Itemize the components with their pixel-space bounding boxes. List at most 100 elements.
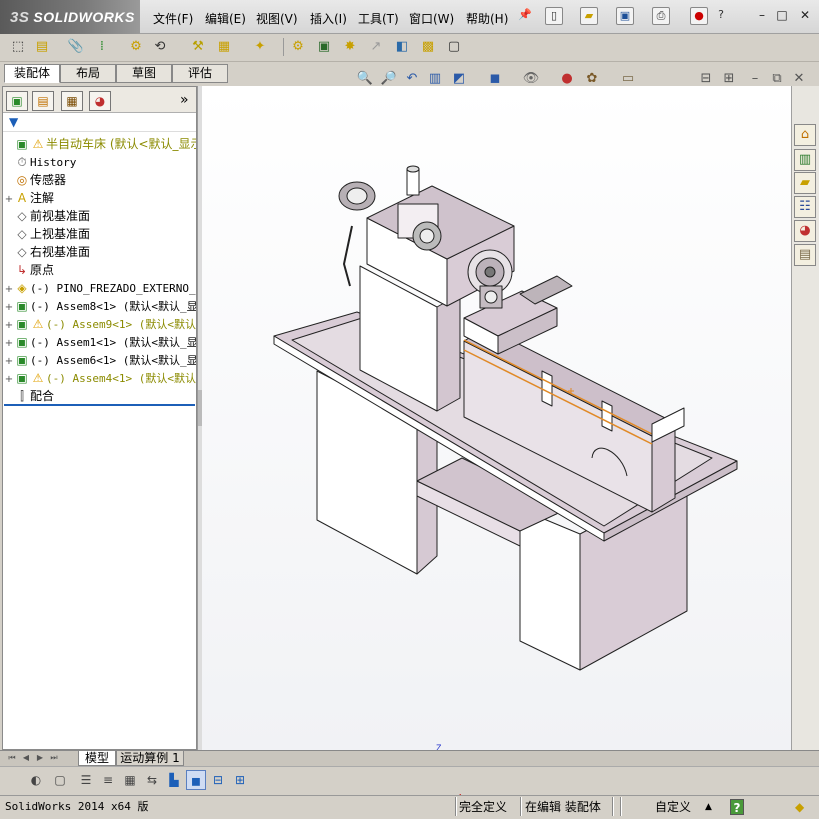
show-hidden-icon[interactable]: ⚒ — [188, 37, 208, 57]
next-tab-icon[interactable]: ▶ — [34, 752, 46, 764]
status-help-icon[interactable]: ? — [730, 799, 744, 815]
tab-layout[interactable]: 布局 — [60, 64, 116, 83]
edit-component-icon[interactable]: ⬚ — [8, 37, 28, 57]
instant3d-icon[interactable]: ▢ — [444, 37, 464, 57]
tree-expand-icon[interactable]: + — [4, 335, 14, 351]
lathe-model[interactable] — [202, 86, 791, 750]
tree-expand-icon[interactable]: + — [4, 371, 14, 387]
tree-item[interactable]: ↳ 原点 — [4, 261, 196, 279]
menu-tools[interactable]: 工具(T) — [358, 10, 399, 27]
insert-component-icon[interactable]: ▤ — [32, 37, 52, 57]
tree-item[interactable]: +▣ ⚠(-) Assem4<1> (默认<默认_显示状态-1>) — [4, 369, 196, 387]
tab-motion-study[interactable]: 运动算例 1 — [116, 750, 184, 766]
plane-icon: ◇ — [17, 227, 27, 241]
two-view-vertical-icon[interactable]: ⊞ — [230, 770, 250, 790]
print-icon[interactable]: ⎙ — [652, 7, 670, 25]
configuration-manager-icon[interactable]: ▦ — [61, 91, 83, 111]
exploded-view-icon[interactable]: ✸ — [340, 37, 360, 57]
new-motion-study-icon[interactable]: ⚙ — [288, 37, 308, 57]
tree-item[interactable]: +▣(-) Assem6<1> (默认<默认_显示状态-1>) — [4, 351, 196, 369]
minimize-button[interactable]: – — [754, 8, 770, 23]
open-icon[interactable]: ▰ — [580, 7, 598, 25]
hidden-lines-icon[interactable]: ▢ — [50, 770, 70, 790]
interference-detection-icon[interactable]: ◧ — [392, 37, 412, 57]
tree-item[interactable]: ⫿ 配合 — [4, 387, 196, 405]
single-view-icon[interactable]: ◼ — [186, 770, 206, 790]
tree-item[interactable]: + ◈ (-) PINO_FREZADO_EXTERNO_2 — [4, 279, 196, 297]
explode-line-sketch-icon[interactable]: ↗ — [366, 37, 386, 57]
menu-file[interactable]: 文件(F) — [153, 10, 193, 27]
view-palette-icon[interactable]: ☷ — [794, 196, 816, 218]
origin-icon: ↳ — [16, 263, 28, 277]
new-document-icon[interactable]: ▯ — [545, 7, 563, 25]
pin-icon[interactable]: 📌 — [516, 7, 534, 25]
solidworks-resources-icon[interactable]: ⌂ — [794, 124, 816, 146]
tab-evaluate[interactable]: 评估 — [172, 64, 228, 83]
feature-manager-icon[interactable]: ▣ — [6, 91, 28, 111]
rollback-bar[interactable] — [4, 404, 195, 406]
custom-properties-icon[interactable]: ▤ — [794, 244, 816, 266]
tree-item[interactable]: +▣(-) Assem8<1> (默认<默认_显示状态-1>) — [4, 297, 196, 315]
clearance-verification-icon[interactable]: ▩ — [418, 37, 438, 57]
split-icon[interactable]: ⇆ — [142, 770, 162, 790]
tree-expand-icon[interactable]: + — [4, 281, 14, 297]
last-tab-icon[interactable]: ⏭ — [48, 752, 60, 764]
tree-expand-icon[interactable]: + — [4, 317, 14, 333]
bill-of-materials-icon[interactable]: ▣ — [314, 37, 334, 57]
tree-item[interactable]: +▣ ⚠(-) Assem9<1> (默认<默认_显示状态-1>) — [4, 315, 196, 333]
assembly-features-icon[interactable]: ▦ — [214, 37, 234, 57]
chart-view-icon[interactable]: ▙ — [164, 770, 184, 790]
prev-tab-icon[interactable]: ◀ — [20, 752, 32, 764]
tree-item-label: 配合 — [30, 389, 55, 403]
plane-icon: ◇ — [17, 245, 27, 259]
menu-insert[interactable]: 插入(I) — [310, 10, 347, 27]
tree-item[interactable]: ◇ 右视基准面 — [4, 243, 196, 261]
help-icon[interactable]: ? — [712, 7, 730, 25]
display-states-icon[interactable]: ◐ — [26, 770, 46, 790]
tree-item[interactable]: ◇ 前视基准面 — [4, 207, 196, 225]
tree-item[interactable]: + A 注解 — [4, 189, 196, 207]
tree-item[interactable]: ⏱ History — [4, 153, 196, 171]
mate-icon[interactable]: 📎 — [66, 37, 86, 57]
tab-assembly[interactable]: 装配体 — [4, 64, 60, 83]
close-button[interactable]: ✕ — [797, 8, 813, 23]
menu-view[interactable]: 视图(V) — [256, 10, 298, 27]
menu-edit[interactable]: 编辑(E) — [205, 10, 246, 27]
solidworks-logo[interactable]: 3S SOLIDWORKS — [0, 0, 140, 34]
panel-expand-button[interactable]: » — [180, 92, 189, 108]
menu-help[interactable]: 帮助(H) — [466, 10, 508, 27]
property-manager-icon[interactable]: ▤ — [32, 91, 54, 111]
linear-pattern-icon[interactable]: ⁞ — [92, 37, 112, 57]
list-icon[interactable]: ☰ — [76, 770, 96, 790]
tag-icon[interactable]: ◆ — [795, 799, 804, 815]
display-manager-icon[interactable]: ◕ — [89, 91, 111, 111]
restore-button[interactable]: □ — [774, 8, 790, 23]
tree-expand-icon[interactable]: + — [4, 191, 14, 207]
tree-item[interactable]: ◇ 上视基准面 — [4, 225, 196, 243]
graphics-area[interactable]: Z Y x — [202, 86, 791, 799]
file-explorer-icon[interactable]: ▰ — [794, 172, 816, 194]
annotation-icon: A — [17, 191, 27, 205]
rebuild-icon[interactable]: ● — [690, 7, 708, 25]
smart-fasteners-icon[interactable]: ⚙ — [126, 37, 146, 57]
table-icon[interactable]: ▦ — [120, 770, 140, 790]
two-view-horizontal-icon[interactable]: ⊟ — [208, 770, 228, 790]
status-units[interactable]: 自定义 — [655, 799, 691, 815]
units-dropdown-icon[interactable]: ▲ — [705, 799, 712, 815]
detail-list-icon[interactable]: ≡ — [98, 770, 118, 790]
tree-item[interactable]: ▣ ⚠半自动车床 (默认<默认_显示状态-1>) — [4, 135, 196, 153]
move-component-icon[interactable]: ⟲ — [150, 37, 170, 57]
tree-item[interactable]: +▣(-) Assem1<1> (默认<默认_显示状态-1>) — [4, 333, 196, 351]
tree-expand-icon[interactable]: + — [4, 353, 14, 369]
tab-model[interactable]: 模型 — [78, 750, 116, 766]
tree-expand-icon[interactable]: + — [4, 299, 14, 315]
design-library-icon[interactable]: ▥ — [794, 149, 816, 171]
tab-sketch[interactable]: 草图 — [116, 64, 172, 83]
filter-icon[interactable]: ▼ — [9, 115, 18, 129]
menu-window[interactable]: 窗口(W) — [409, 10, 454, 27]
reference-geometry-icon[interactable]: ✦ — [250, 37, 270, 57]
save-icon[interactable]: ▣ — [616, 7, 634, 25]
first-tab-icon[interactable]: ⏮ — [6, 752, 18, 764]
tree-item[interactable]: ◎ 传感器 — [4, 171, 196, 189]
appearances-icon[interactable]: ◕ — [794, 220, 816, 242]
